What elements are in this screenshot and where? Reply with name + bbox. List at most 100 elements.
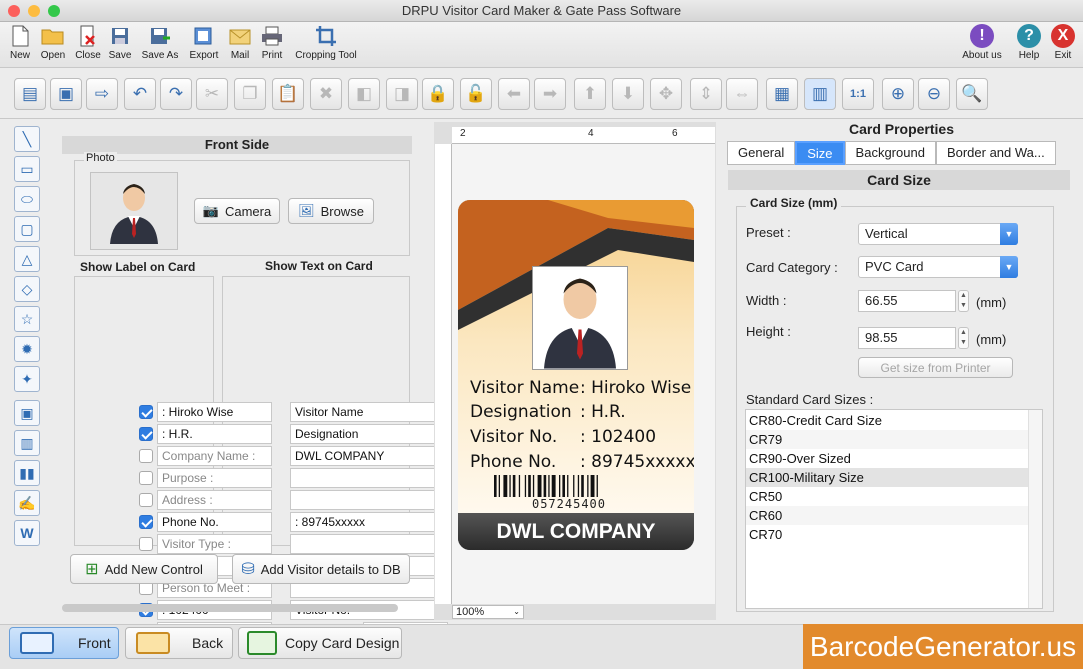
show-label-checkbox[interactable]	[139, 471, 153, 485]
help-button[interactable]: ? Help	[1014, 24, 1044, 61]
move-down-button[interactable]: ⬇	[612, 78, 644, 110]
list-item[interactable]: CR79	[746, 430, 1028, 449]
list-item[interactable]: CR100-Military Size	[746, 468, 1028, 487]
close-window-button[interactable]	[8, 5, 20, 17]
list-scrollbar[interactable]	[1028, 410, 1042, 608]
show-label-checkbox[interactable]	[139, 405, 153, 419]
add-visitor-db-button[interactable]: ⛁ Add Visitor details to DB	[232, 554, 410, 584]
delete-button[interactable]: ✖	[310, 78, 342, 110]
height-input[interactable]: 98.55	[858, 327, 956, 349]
tab-size[interactable]: Size	[795, 141, 845, 165]
rectangle-tool[interactable]: ▭	[14, 156, 40, 182]
about-us-button[interactable]: ! About us	[958, 24, 1006, 61]
align-horizontal-button[interactable]: ⇔	[726, 78, 758, 110]
text-field[interactable]: DWL COMPANY	[290, 446, 448, 466]
copy-button[interactable]: ❐	[234, 78, 266, 110]
label-field[interactable]: Phone No.	[157, 512, 272, 532]
front-button[interactable]: Front	[9, 627, 119, 659]
open-button[interactable]: Open	[38, 24, 68, 61]
picture-tool[interactable]: ▣	[14, 400, 40, 426]
redo-button[interactable]: ↷	[160, 78, 192, 110]
align-vertical-button[interactable]: ⇕	[690, 78, 722, 110]
cut-button[interactable]: ✂	[196, 78, 228, 110]
label-field[interactable]: Address :	[157, 490, 272, 510]
add-new-control-button[interactable]: ⊞ Add New Control	[70, 554, 218, 584]
width-input[interactable]: 66.55	[858, 290, 956, 312]
preset-select[interactable]: Vertical ▼	[858, 223, 1018, 245]
copy-card-design-button[interactable]: Copy Card Design	[238, 627, 402, 659]
close-button[interactable]: Close	[72, 24, 104, 61]
send-back-button[interactable]: ◨	[386, 78, 418, 110]
tab-border-and-wa[interactable]: Border and Wa...	[935, 141, 1056, 165]
undo-button[interactable]: ↶	[124, 78, 156, 110]
show-label-checkbox[interactable]	[139, 449, 153, 463]
save-as-button[interactable]: Save As	[138, 24, 182, 61]
star-tool[interactable]: ☆	[14, 306, 40, 332]
tab-background[interactable]: Background	[844, 141, 936, 165]
tab-general[interactable]: General	[727, 141, 796, 165]
line-tool[interactable]: ╲	[14, 126, 40, 152]
exit-button[interactable]: X Exit	[1050, 24, 1076, 61]
minimize-window-button[interactable]	[28, 5, 40, 17]
text-field[interactable]: Designation	[290, 424, 448, 444]
label-field[interactable]: : H.R.	[157, 424, 272, 444]
text-field[interactable]	[290, 468, 448, 488]
list-item[interactable]: CR90-Over Sized	[746, 449, 1028, 468]
grid-button[interactable]: ▦	[766, 78, 798, 110]
move-tool-button[interactable]: ⇨	[86, 78, 118, 110]
text-field[interactable]	[290, 534, 448, 554]
preview-button[interactable]: 🔍	[956, 78, 988, 110]
list-item[interactable]: CR70	[746, 525, 1028, 544]
lock-button[interactable]: 🔒	[422, 78, 454, 110]
text-field[interactable]	[290, 490, 448, 510]
shape-tool[interactable]: ✦	[14, 366, 40, 392]
show-label-checkbox[interactable]	[139, 427, 153, 441]
barcode-tool[interactable]: ▮▮	[14, 460, 40, 486]
label-field[interactable]: Company Name :	[157, 446, 272, 466]
move-right-button[interactable]: ➡	[534, 78, 566, 110]
print-button[interactable]: Print	[258, 24, 286, 61]
width-stepper[interactable]: ▲ ▼	[958, 290, 969, 312]
properties-tool-button[interactable]: ▤	[14, 78, 46, 110]
label-field[interactable]: Purpose :	[157, 468, 272, 488]
list-item[interactable]: CR50	[746, 487, 1028, 506]
rounded-rectangle-tool[interactable]: ▢	[14, 216, 40, 242]
unlock-button[interactable]: 🔓	[460, 78, 492, 110]
visitor-card[interactable]: Visitor Name: Hiroko Wise Designation: H…	[458, 200, 694, 550]
label-field[interactable]: : Hiroko Wise	[157, 402, 272, 422]
list-item[interactable]: CR80-Credit Card Size	[746, 411, 1028, 430]
export-button[interactable]: Export	[186, 24, 222, 61]
camera-button[interactable]: 📷 Camera	[194, 198, 280, 224]
get-size-from-printer-button[interactable]: Get size from Printer	[858, 357, 1013, 378]
browse-button[interactable]: 🖼 Browse	[288, 198, 374, 224]
zoom-window-button[interactable]	[48, 5, 60, 17]
height-stepper[interactable]: ▲ ▼	[958, 327, 969, 349]
text-field[interactable]: Visitor Name	[290, 402, 448, 422]
mail-button[interactable]: Mail	[226, 24, 254, 61]
move-left-button[interactable]: ⬅	[498, 78, 530, 110]
ruler-button[interactable]: ▥	[804, 78, 836, 110]
save-button[interactable]: Save	[106, 24, 134, 61]
image-tool-button[interactable]: ▣	[50, 78, 82, 110]
show-label-checkbox[interactable]	[139, 515, 153, 529]
bring-front-button[interactable]: ◧	[348, 78, 380, 110]
new-button[interactable]: New	[6, 24, 34, 61]
library-tool[interactable]: ▥	[14, 430, 40, 456]
burst-tool[interactable]: ✹	[14, 336, 40, 362]
zoom-select[interactable]: 100% ⌄	[452, 605, 524, 619]
label-field[interactable]: Visitor Type :	[157, 534, 272, 554]
show-label-checkbox[interactable]	[139, 537, 153, 551]
text-field[interactable]: : 89745xxxxx	[290, 512, 448, 532]
actual-size-button[interactable]: 1:1	[842, 78, 874, 110]
zoom-out-button[interactable]: ⊖	[918, 78, 950, 110]
cropping-tool-button[interactable]: Cropping Tool	[290, 24, 362, 61]
list-item[interactable]: CR60	[746, 506, 1028, 525]
paste-button[interactable]: 📋	[272, 78, 304, 110]
signature-tool[interactable]: ✍	[14, 490, 40, 516]
triangle-tool[interactable]: △	[14, 246, 40, 272]
show-label-checkbox[interactable]	[139, 493, 153, 507]
horizontal-scrollbar[interactable]	[62, 604, 398, 612]
wordart-tool[interactable]: W	[14, 520, 40, 546]
ellipse-tool[interactable]: ⬭	[14, 186, 40, 212]
back-button[interactable]: Back	[125, 627, 233, 659]
